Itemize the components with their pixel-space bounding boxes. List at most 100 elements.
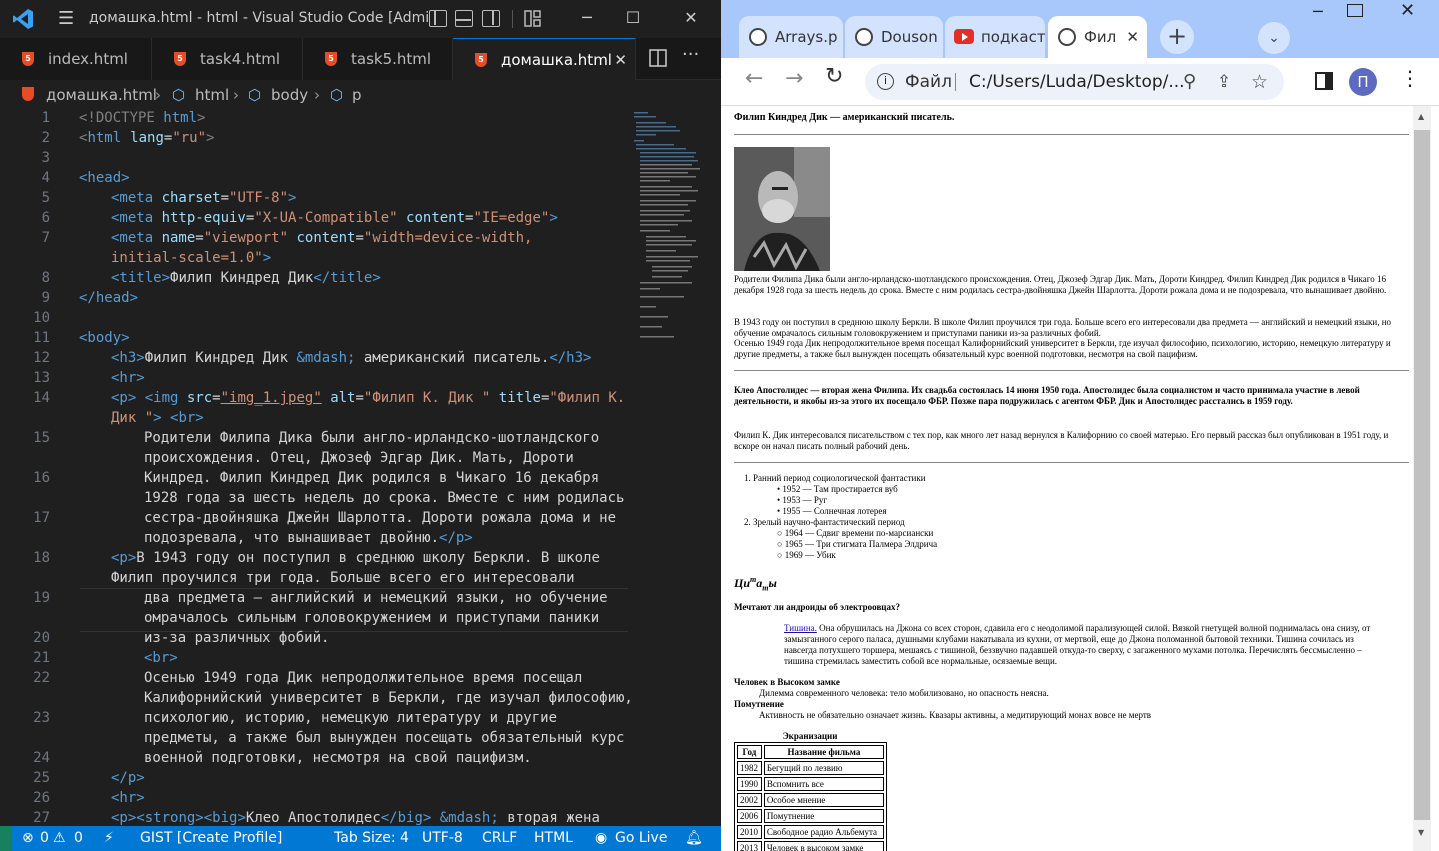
toggle-panel-icon[interactable]	[455, 10, 473, 27]
address-bar[interactable]: i Файл C:/Users/Luda/Desktop/... ⚲ ⇪ ☆	[865, 64, 1284, 100]
html-file-icon: 5	[22, 52, 34, 66]
element-icon: ⬡	[248, 86, 262, 104]
scroll-up-icon[interactable]: ▲	[1418, 112, 1424, 121]
info-icon[interactable]: i	[877, 73, 894, 90]
table-row: 2002 Особое мнение	[737, 793, 884, 807]
list-item: ○ 1965 — Три стигмата Палмера Элдрича	[777, 539, 938, 549]
more-actions-icon[interactable]: ···	[682, 44, 699, 65]
code-line: Киндред. Филип Киндред Дик родился в Чик…	[144, 470, 600, 486]
tab-task4-html[interactable]: 5 task4.html	[152, 38, 303, 80]
line-number: 19	[33, 590, 50, 606]
browser-tabstrip: Arrays.p Douson подкаст Фил ✕ + ⌄ ─ ✕	[721, 0, 1439, 60]
share-icon[interactable]: ⇪	[1217, 64, 1231, 100]
scrollbar-thumb[interactable]	[1414, 130, 1430, 820]
browser-tab-arrays[interactable]: Arrays.p	[739, 16, 843, 58]
window-title: домашка.html - html - Visual Studio Code…	[89, 10, 429, 26]
browser-menu-icon[interactable]: ⋮	[1400, 66, 1420, 90]
browser-tab-podcast[interactable]: подкаст	[945, 16, 1045, 58]
code-line: <h3>Филип Киндред Дик &mdash; американск…	[111, 350, 592, 366]
gist-icon[interactable]: ⚡	[104, 826, 114, 851]
tab-index-html[interactable]: 5 index.html	[0, 38, 152, 80]
language-mode[interactable]: HTML	[534, 826, 573, 851]
broadcast-icon[interactable]: ◉	[595, 826, 607, 851]
tab-task5-html[interactable]: 5 task5.html	[303, 38, 453, 80]
toggle-sidebar-icon[interactable]	[429, 10, 447, 27]
address-divider	[955, 73, 956, 91]
globe-icon	[749, 28, 767, 46]
close-window-icon[interactable]: ✕	[1400, 0, 1415, 21]
toggle-secondary-sidebar-icon[interactable]	[482, 10, 500, 27]
quote-title: Мечтают ли андроиды об электроовцах?	[734, 602, 900, 612]
minimize-icon[interactable]: ─	[1313, 2, 1323, 21]
restore-icon[interactable]	[1347, 4, 1363, 17]
html-file-icon: 5	[325, 52, 337, 66]
page-scrollbar[interactable]: ▲ ▼	[1413, 106, 1431, 851]
close-tab-icon[interactable]: ✕	[1126, 16, 1139, 58]
gist-status[interactable]: GIST [Create Profile]	[140, 826, 282, 851]
zoom-icon[interactable]: ⚲	[1183, 64, 1196, 100]
breadcrumb-html[interactable]: html	[195, 80, 229, 110]
browser-toolbar: ← → ↻ i Файл C:/Users/Luda/Desktop/... ⚲…	[721, 58, 1439, 106]
code-line: <p>В 1943 году он поступил в среднюю шко…	[111, 550, 600, 566]
code-line: психологию, историю, немецкую литературу…	[144, 710, 558, 726]
breadcrumb-file[interactable]: домашка.html	[46, 80, 157, 110]
quote-link[interactable]: Тишина.	[784, 623, 817, 633]
breadcrumb-body[interactable]: body	[271, 80, 308, 110]
back-icon[interactable]: ←	[745, 66, 763, 91]
code-line: подозревала, что вынашивает двойню.</p>	[144, 530, 473, 546]
globe-icon	[855, 28, 873, 46]
problems-icon[interactable]: ⊗	[22, 826, 34, 851]
problems-count[interactable]: 0	[40, 826, 49, 851]
minimize-icon[interactable]: ─	[577, 8, 597, 27]
table-row: 2006 Помутнение	[737, 809, 884, 823]
go-live-button[interactable]: Go Live	[615, 826, 667, 851]
code-line: <head>	[79, 170, 130, 186]
code-line: <p><strong><big>Клео Апостолидес</big> &…	[111, 810, 600, 826]
warning-icon[interactable]: ⚠	[53, 826, 66, 851]
end-of-line[interactable]: CRLF	[482, 826, 517, 851]
breadcrumb-p[interactable]: p	[352, 80, 362, 110]
code-line: Дик "> <br>	[111, 410, 204, 426]
warnings-count[interactable]: 0	[74, 826, 83, 851]
browser-tab-active[interactable]: Фил ✕	[1048, 16, 1147, 58]
tab-label: домашка.html	[501, 51, 612, 69]
forward-icon[interactable]: →	[785, 66, 803, 91]
new-tab-button[interactable]: +	[1160, 20, 1194, 54]
tab-size[interactable]: Tab Size: 4	[334, 826, 409, 851]
encoding[interactable]: UTF-8	[422, 826, 463, 851]
line-number: 4	[41, 170, 50, 186]
scroll-down-icon[interactable]: ▼	[1418, 828, 1424, 837]
browser-tab-douson[interactable]: Douson	[845, 16, 943, 58]
split-editor-icon[interactable]	[649, 49, 667, 67]
definition-description: Дилемма современного человека: тело моби…	[759, 688, 1049, 698]
remote-indicator[interactable]	[0, 826, 12, 851]
works-list: 1. Ранний период социологической фантаст…	[744, 473, 1409, 561]
menu-icon[interactable]: ☰	[58, 9, 74, 29]
tab-label: task5.html	[351, 50, 432, 68]
side-panel-icon[interactable]	[1315, 72, 1333, 90]
tab-domashka-html[interactable]: 5 домашка.html ✕	[453, 38, 636, 80]
code-line: Родители Филипа Дика были англо-ирландск…	[144, 430, 600, 446]
profile-avatar[interactable]: П	[1349, 68, 1377, 96]
line-number: 8	[41, 270, 50, 286]
bookmark-star-icon[interactable]: ☆	[1251, 64, 1268, 100]
close-window-icon[interactable]: ✕	[681, 8, 701, 27]
code-editor[interactable]: 1 2 3 4 5 6 7 8 9 10 11 12 13 14 15 16 1…	[0, 110, 721, 826]
quotes-heading: Цитаты	[734, 575, 777, 593]
globe-icon	[1058, 28, 1076, 46]
code-line: </p>	[111, 770, 145, 786]
line-number: 14	[33, 390, 50, 406]
notifications-icon[interactable]: 🔔︎	[685, 826, 703, 851]
maximize-icon[interactable]: ☐	[623, 8, 643, 27]
code-line: два предмета — английский и немецкий язы…	[144, 590, 608, 606]
minimap[interactable]	[632, 110, 706, 350]
list-item: • 1955 — Солнечная лотерея	[777, 506, 887, 516]
element-icon: ⬡	[330, 86, 344, 104]
close-tab-icon[interactable]: ✕	[614, 39, 627, 81]
tab-search-icon[interactable]: ⌄	[1258, 22, 1290, 54]
films-table: Год Название фильма 1982 Бегущий по лезвию…	[734, 742, 887, 851]
customize-layout-icon[interactable]	[524, 10, 541, 27]
reload-icon[interactable]: ↻	[825, 64, 843, 89]
editor-scrollbar[interactable]	[707, 110, 721, 826]
address-text[interactable]: C:/Users/Luda/Desktop/...	[969, 64, 1185, 100]
